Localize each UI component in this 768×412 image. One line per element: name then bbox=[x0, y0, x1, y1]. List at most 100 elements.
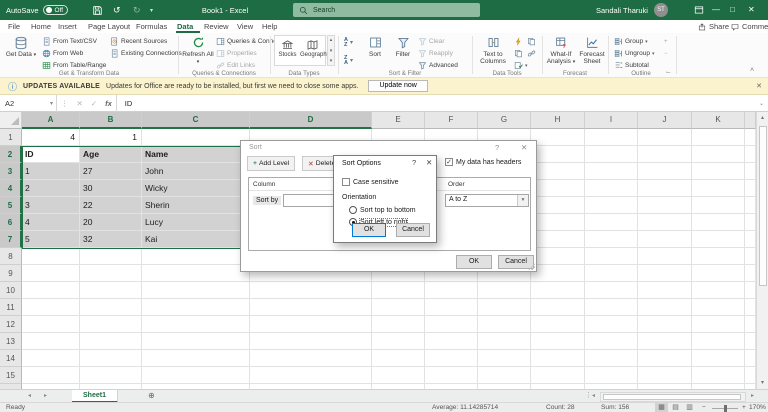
cell-J12[interactable] bbox=[638, 316, 692, 333]
cell-x6[interactable] bbox=[745, 214, 756, 231]
cell-H4[interactable] bbox=[531, 180, 585, 197]
account-name[interactable]: Sandali Tharuki ST bbox=[596, 0, 668, 20]
column-header-E[interactable]: E bbox=[372, 112, 425, 129]
row-number-4[interactable]: 4 bbox=[0, 180, 22, 197]
cell-I5[interactable] bbox=[585, 197, 638, 214]
row-number-12[interactable]: 12 bbox=[0, 316, 22, 333]
column-header-B[interactable]: B bbox=[80, 112, 142, 129]
cell-H13[interactable] bbox=[531, 333, 585, 350]
cell-E10[interactable] bbox=[372, 282, 425, 299]
cell-J2[interactable] bbox=[638, 146, 692, 163]
cell-B15[interactable] bbox=[80, 367, 142, 384]
column-header-I[interactable]: I bbox=[585, 112, 638, 129]
cell-A4[interactable]: 2 bbox=[22, 180, 80, 197]
cell-C7[interactable]: Kai bbox=[142, 231, 250, 248]
cell-F12[interactable] bbox=[425, 316, 478, 333]
cell-x10[interactable] bbox=[745, 282, 756, 299]
confirm-entry-icon[interactable]: ✓ bbox=[91, 99, 97, 108]
relationships-button[interactable] bbox=[527, 48, 536, 59]
save-button[interactable] bbox=[92, 0, 103, 20]
hscroll-left-icon[interactable]: ◂ bbox=[592, 392, 595, 399]
splitter-dots-icon[interactable]: ⋮ bbox=[585, 391, 592, 399]
cell-E15[interactable] bbox=[372, 367, 425, 384]
cell-A9[interactable] bbox=[22, 265, 80, 282]
vertical-scroll-thumb[interactable] bbox=[759, 126, 767, 286]
cell-J5[interactable] bbox=[638, 197, 692, 214]
cell-A14[interactable] bbox=[22, 350, 80, 367]
cell-J7[interactable] bbox=[638, 231, 692, 248]
sort-dialog-close-icon[interactable]: ✕ bbox=[521, 143, 527, 152]
cell-F15[interactable] bbox=[425, 367, 478, 384]
cell-K3[interactable] bbox=[692, 163, 745, 180]
recent-sources-button[interactable]: Recent Sources bbox=[110, 36, 167, 47]
flash-fill-button[interactable] bbox=[514, 36, 523, 47]
cell-J1[interactable] bbox=[638, 129, 692, 146]
cell-K1[interactable] bbox=[692, 129, 745, 146]
row-number-1[interactable]: 1 bbox=[0, 129, 22, 146]
cell-K11[interactable] bbox=[692, 299, 745, 316]
zoom-slider-thumb[interactable] bbox=[724, 405, 727, 412]
cell-I9[interactable] bbox=[585, 265, 638, 282]
column-header-A[interactable]: A bbox=[22, 112, 80, 129]
zoom-in-button[interactable]: + bbox=[742, 403, 746, 412]
minimize-button[interactable]: — bbox=[712, 0, 732, 20]
cell-E12[interactable] bbox=[372, 316, 425, 333]
cell-J6[interactable] bbox=[638, 214, 692, 231]
cell-G12[interactable] bbox=[478, 316, 531, 333]
gallery-more-icon[interactable]: ▾ bbox=[330, 58, 333, 64]
row-number-3[interactable]: 3 bbox=[0, 163, 22, 180]
cell-I8[interactable] bbox=[585, 248, 638, 265]
cell-B10[interactable] bbox=[80, 282, 142, 299]
cell-B3[interactable]: 27 bbox=[80, 163, 142, 180]
cell-H12[interactable] bbox=[531, 316, 585, 333]
cell-B7[interactable]: 32 bbox=[80, 231, 142, 248]
cell-C4[interactable]: Wicky bbox=[142, 180, 250, 197]
zoom-out-button[interactable]: − bbox=[702, 403, 706, 412]
cell-C1[interactable] bbox=[142, 129, 250, 146]
cell-D15[interactable] bbox=[250, 367, 372, 384]
row-number-11[interactable]: 11 bbox=[0, 299, 22, 316]
cell-H6[interactable] bbox=[531, 214, 585, 231]
tab-file[interactable]: File bbox=[8, 20, 20, 33]
row-number-10[interactable]: 10 bbox=[0, 282, 22, 299]
row-number-15[interactable]: 15 bbox=[0, 367, 22, 384]
cell-x8[interactable] bbox=[745, 248, 756, 265]
row-number-5[interactable]: 5 bbox=[0, 197, 22, 214]
sheet-nav-left-icon[interactable]: ◂ bbox=[28, 392, 31, 399]
cell-x3[interactable] bbox=[745, 163, 756, 180]
add-level-button[interactable]: + Add Level bbox=[247, 156, 295, 171]
sort-ascending-button[interactable]: AZ▾ bbox=[344, 37, 353, 48]
cell-J8[interactable] bbox=[638, 248, 692, 265]
horizontal-scroll-thumb[interactable] bbox=[603, 394, 741, 400]
my-data-has-headers-checkbox[interactable]: ✓ My data has headers bbox=[445, 158, 521, 166]
remove-duplicates-button[interactable] bbox=[514, 48, 523, 59]
sort-options-ok-button[interactable]: OK bbox=[352, 223, 386, 237]
column-header-C[interactable]: C bbox=[142, 112, 250, 129]
expand-formula-bar-icon[interactable]: ⌄ bbox=[759, 100, 764, 107]
search-input[interactable]: Search bbox=[293, 3, 480, 17]
undo-button[interactable]: ↺ bbox=[113, 0, 121, 20]
hscroll-right-icon[interactable]: ▸ bbox=[751, 392, 754, 399]
zoom-level[interactable]: 170% bbox=[749, 403, 766, 412]
quick-access-customize-button[interactable]: ▾ bbox=[150, 0, 153, 20]
from-web-button[interactable]: From Web bbox=[42, 48, 83, 59]
cell-x9[interactable] bbox=[745, 265, 756, 282]
cell-D10[interactable] bbox=[250, 282, 372, 299]
share-button[interactable]: Share bbox=[698, 20, 729, 33]
cell-H2[interactable] bbox=[531, 146, 585, 163]
what-if-analysis-button[interactable]: What-If Analysis ▾ bbox=[546, 35, 576, 68]
cell-A8[interactable] bbox=[22, 248, 80, 265]
cell-J3[interactable] bbox=[638, 163, 692, 180]
cell-H14[interactable] bbox=[531, 350, 585, 367]
insert-function-button[interactable]: fx bbox=[105, 99, 112, 108]
cell-C6[interactable]: Lucy bbox=[142, 214, 250, 231]
text-to-columns-button[interactable]: Text to Columns bbox=[476, 35, 510, 68]
view-page-layout-button[interactable]: ▤ bbox=[669, 403, 682, 412]
column-header-H[interactable]: H bbox=[531, 112, 585, 129]
from-text-csv-button[interactable]: From Text/CSV bbox=[42, 36, 97, 47]
cell-C15[interactable] bbox=[142, 367, 250, 384]
gallery-up-icon[interactable]: ▴ bbox=[330, 37, 333, 43]
cell-K15[interactable] bbox=[692, 367, 745, 384]
cell-D14[interactable] bbox=[250, 350, 372, 367]
tab-insert[interactable]: Insert bbox=[58, 20, 77, 33]
